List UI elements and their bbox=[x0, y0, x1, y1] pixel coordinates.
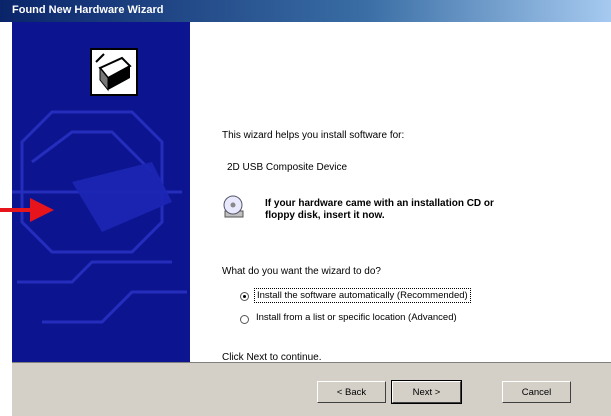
cd-notice-line1: If your hardware came with an installati… bbox=[265, 198, 494, 209]
cd-disk-icon bbox=[219, 193, 247, 221]
window-title: Found New Hardware Wizard bbox=[12, 4, 164, 16]
question-text: What do you want the wizard to do? bbox=[222, 266, 381, 277]
pointer-arrow-icon bbox=[0, 198, 54, 222]
wizard-content: This wizard helps you install software f… bbox=[190, 22, 611, 363]
cancel-button[interactable]: Cancel bbox=[502, 381, 571, 403]
wizard-window: This wizard helps you install software f… bbox=[12, 22, 611, 416]
option-manual-label[interactable]: Install from a list or specific location… bbox=[256, 312, 457, 323]
cd-notice-line2: floppy disk, insert it now. bbox=[265, 210, 385, 221]
button-bar: < Back Next > Cancel bbox=[12, 362, 611, 416]
hardware-wizard-icon bbox=[90, 48, 138, 96]
back-button[interactable]: < Back bbox=[317, 381, 386, 403]
next-button[interactable]: Next > bbox=[391, 380, 462, 404]
wizard-sidebar bbox=[12, 22, 190, 362]
option-manual-radio[interactable] bbox=[240, 315, 249, 324]
cd-notice: If your hardware came with an installati… bbox=[265, 198, 585, 222]
intro-text: This wizard helps you install software f… bbox=[222, 130, 405, 141]
title-bar: Found New Hardware Wizard bbox=[0, 0, 611, 22]
option-auto-label[interactable]: Install the software automatically (Reco… bbox=[254, 288, 471, 303]
option-auto-radio[interactable] bbox=[240, 292, 249, 301]
device-name: 2D USB Composite Device bbox=[227, 162, 348, 173]
